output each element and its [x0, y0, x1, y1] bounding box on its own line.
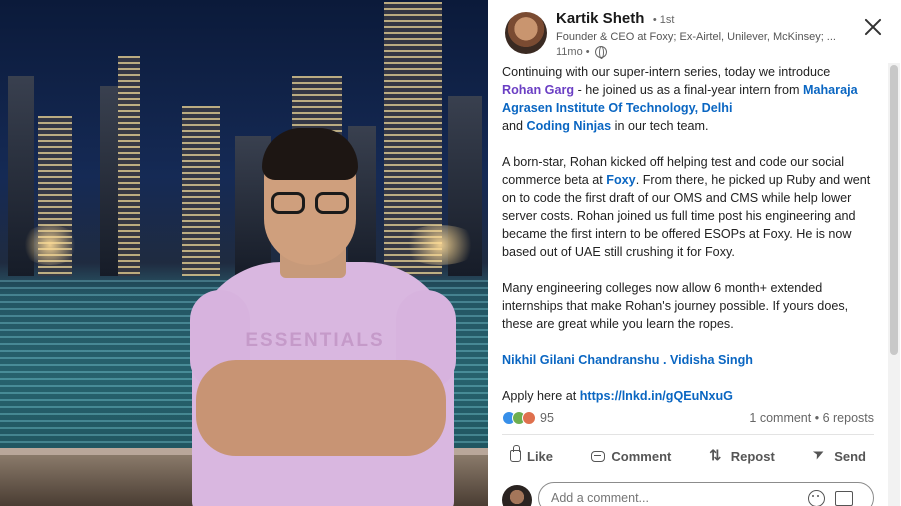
post-text: and — [502, 119, 527, 133]
author-avatar[interactable] — [505, 12, 547, 54]
repost-label: Repost — [730, 448, 775, 464]
post-paragraph: Apply here at https://lnkd.in/gQEuNxuG — [502, 387, 872, 405]
mention-separator: . — [659, 353, 670, 367]
post-text: - he joined us as a final-year intern fr… — [574, 83, 803, 97]
post-image: ESSENTIALS — [0, 0, 488, 506]
emoji-icon[interactable] — [808, 490, 825, 506]
image-icon[interactable] — [835, 491, 853, 506]
globe-icon — [594, 46, 607, 59]
comment-label: Comment — [611, 448, 672, 464]
post-meta: 11mo • — [556, 46, 846, 59]
repost-count[interactable]: 6 reposts — [823, 411, 874, 425]
url-link[interactable]: https://lnkd.in/gQEuNxuG — [580, 389, 733, 403]
send-label: Send — [834, 448, 866, 464]
thumbs-up-icon — [510, 445, 521, 462]
author-headline: Founder & CEO at Foxy; Ex-Airtel, Unilev… — [556, 31, 836, 43]
reaction-count[interactable]: 95 — [540, 411, 554, 425]
social-counts: 95 1 comment • 6 reposts — [502, 409, 874, 429]
person-hair — [262, 128, 358, 180]
mention-link[interactable]: Rohan Garg — [502, 83, 574, 97]
love-icon — [522, 411, 536, 425]
divider — [502, 434, 874, 435]
post-time: 11mo • — [556, 46, 590, 58]
post-paragraph: Nikhil Gilani Chandranshu . Vidisha Sing… — [502, 351, 872, 369]
person-crossed-arms — [196, 360, 446, 456]
close-icon[interactable] — [862, 16, 884, 38]
like-button[interactable]: Like — [502, 443, 561, 469]
scrollbar[interactable] — [888, 63, 900, 506]
scrollbar-thumb[interactable] — [890, 65, 898, 355]
company-link[interactable]: Foxy — [606, 173, 635, 187]
person-glasses — [271, 192, 351, 214]
post-panel: Kartik Sheth • 1st Founder & CEO at Foxy… — [488, 0, 901, 506]
comment-repost-counts: 1 comment • 6 reposts — [749, 411, 874, 425]
building — [182, 106, 220, 276]
mention-link[interactable]: Vidisha Singh — [670, 353, 753, 367]
post-paragraph: A born-star, Rohan kicked off helping te… — [502, 153, 872, 261]
comment-button[interactable]: Comment — [583, 443, 679, 469]
post-paragraph: Continuing with our super-intern series,… — [502, 63, 872, 135]
post-text: Apply here at — [502, 389, 580, 403]
author-name[interactable]: Kartik Sheth — [556, 10, 644, 27]
comment-row — [502, 482, 874, 506]
city-light — [20, 225, 80, 265]
send-button[interactable]: Send — [805, 443, 874, 469]
count-separator: • — [811, 411, 823, 425]
repost-button[interactable]: Repost — [702, 443, 783, 469]
reactions[interactable] — [502, 411, 536, 425]
like-label: Like — [527, 448, 554, 464]
comment-icon — [591, 450, 606, 462]
action-bar: Like Comment Repost Send — [502, 443, 874, 469]
post-body: Continuing with our super-intern series,… — [502, 63, 872, 423]
author-info: Kartik Sheth • 1st Founder & CEO at Foxy… — [556, 10, 846, 59]
repost-icon — [710, 449, 725, 464]
building — [118, 56, 140, 276]
city-light — [400, 225, 480, 265]
post-text: Continuing with our super-intern series,… — [502, 65, 831, 79]
connection-degree: • 1st — [652, 14, 675, 26]
company-link[interactable]: Coding Ninjas — [527, 119, 612, 133]
post-paragraph: Many engineering colleges now allow 6 mo… — [502, 281, 849, 331]
shirt-print: ESSENTIALS — [245, 330, 385, 351]
post-text: in our tech team. — [611, 119, 709, 133]
user-avatar[interactable] — [502, 485, 532, 506]
mention-link[interactable]: Nikhil Gilani Chandranshu — [502, 353, 659, 367]
send-icon — [813, 449, 828, 464]
comment-count[interactable]: 1 comment — [749, 411, 811, 425]
